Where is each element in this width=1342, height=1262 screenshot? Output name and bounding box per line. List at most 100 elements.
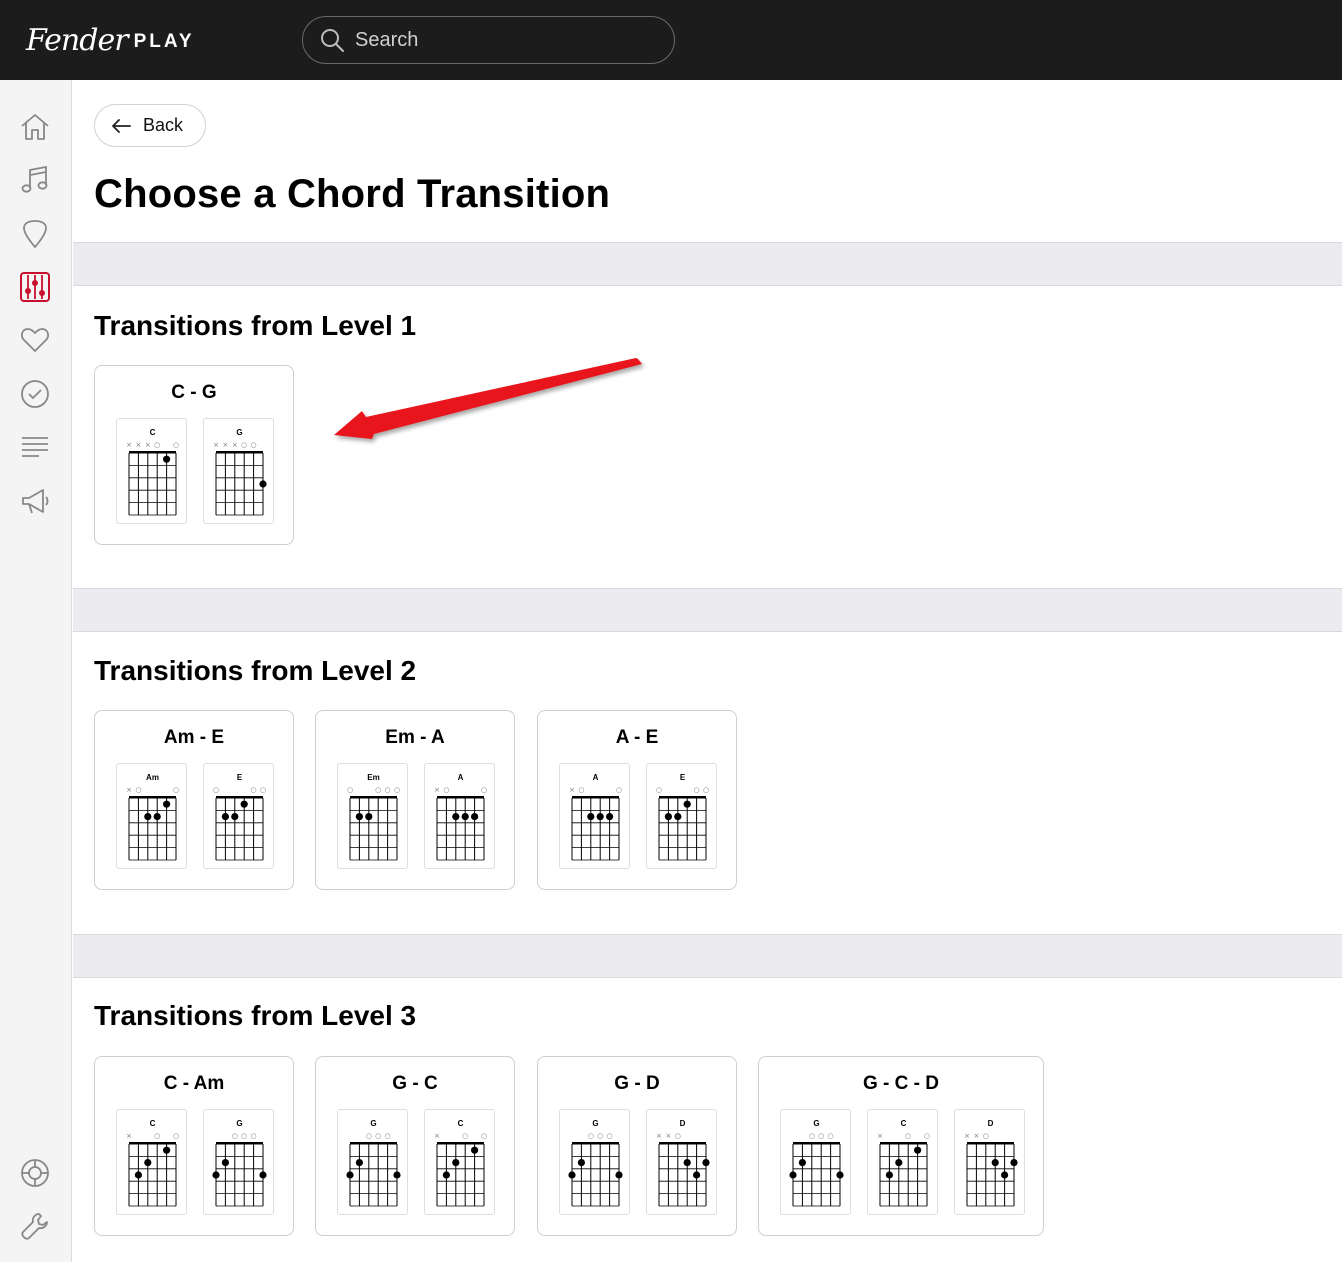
search-input[interactable] bbox=[355, 28, 635, 52]
open-string-mark: ○ bbox=[260, 786, 266, 794]
open-string-mark: ○ bbox=[462, 1132, 468, 1140]
chord-diagram-name: Em bbox=[367, 773, 379, 782]
muted-string-mark: × bbox=[656, 1132, 662, 1140]
open-string-mark: ○ bbox=[808, 1132, 814, 1140]
list-icon bbox=[22, 437, 48, 457]
open-string-mark: ○ bbox=[481, 786, 487, 794]
chord-transition-card[interactable]: Em - A Em ○ ○ ○ ○ A × ○ ○ bbox=[315, 710, 515, 890]
open-string-mark: ○ bbox=[154, 1132, 160, 1140]
finger-dot bbox=[259, 480, 267, 488]
chord-tools-icon bbox=[20, 272, 50, 302]
finger-dot bbox=[606, 813, 614, 821]
fender-play-logo[interactable]: Fender PLAY bbox=[26, 20, 195, 60]
sidebar-item-announcements[interactable] bbox=[18, 484, 52, 518]
back-button[interactable]: Back bbox=[94, 104, 206, 147]
chord-diagram-svg: C × ○ ○ bbox=[126, 1119, 179, 1207]
chord-transition-card[interactable]: G - C - D G ○ ○ ○ C × ○ ○ D × × ○ bbox=[758, 1056, 1044, 1236]
chord-diagram-name: E bbox=[237, 773, 243, 782]
chord-nut bbox=[437, 796, 484, 799]
open-string-mark: ○ bbox=[213, 786, 219, 794]
chord-nut bbox=[129, 451, 176, 454]
chord-diagram-name: C bbox=[150, 1119, 156, 1128]
chord-diagram: G × × × ○ ○ bbox=[203, 418, 274, 524]
open-string-mark: ○ bbox=[375, 786, 381, 794]
chord-diagram-svg: E○ ○ ○ bbox=[213, 773, 266, 861]
muted-string-mark: × bbox=[877, 1132, 883, 1140]
chord-diagram: C × ○ ○ bbox=[424, 1109, 495, 1215]
sidebar-item-favorites[interactable] bbox=[18, 323, 52, 357]
check-circle-icon bbox=[21, 380, 49, 408]
open-string-mark: ○ bbox=[154, 441, 160, 449]
chord-diagram-name: A bbox=[458, 773, 464, 782]
chord-diagram: D × × ○ bbox=[953, 1109, 1025, 1215]
finger-dot bbox=[798, 1159, 806, 1167]
open-string-mark: ○ bbox=[385, 1132, 391, 1140]
open-string-mark: ○ bbox=[588, 1132, 594, 1140]
finger-dot bbox=[442, 1171, 450, 1179]
open-string-mark: ○ bbox=[675, 1132, 681, 1140]
sidebar-item-home[interactable] bbox=[18, 110, 52, 144]
finger-dot bbox=[221, 1159, 229, 1167]
muted-string-mark: × bbox=[126, 786, 132, 794]
open-string-mark: ○ bbox=[597, 1132, 603, 1140]
logo-play-text: PLAY bbox=[133, 31, 195, 52]
chord-diagram-svg: A× ○ ○ bbox=[569, 773, 622, 861]
finger-dot bbox=[788, 1171, 797, 1179]
logo-script-text: Fender bbox=[26, 22, 129, 58]
chord-diagram: E ○ ○ ○ bbox=[203, 763, 274, 869]
sidebar-item-settings[interactable] bbox=[18, 1209, 52, 1243]
finger-dot bbox=[471, 1146, 479, 1154]
chord-transition-card[interactable]: G - D G ○ ○ ○ D × × ○ bbox=[537, 1056, 737, 1236]
finger-dot bbox=[596, 813, 604, 821]
chord-transition-card[interactable]: Am - E Am × ○ ○ E ○ ○ ○ bbox=[94, 710, 294, 890]
top-bar: Fender PLAY bbox=[0, 0, 1342, 80]
finger-dot bbox=[231, 813, 239, 821]
chord-diagram: Am × ○ ○ bbox=[116, 763, 187, 869]
open-string-mark: ○ bbox=[578, 786, 584, 794]
card-title: A - E bbox=[615, 727, 659, 748]
finger-dot bbox=[835, 1171, 844, 1179]
chord-diagram-svg: E○ ○ ○ bbox=[656, 773, 709, 861]
finger-dot bbox=[212, 1171, 220, 1179]
open-string-mark: ○ bbox=[827, 1132, 833, 1140]
finger-dot bbox=[664, 813, 672, 821]
section-title-level-2: Transitions from Level 2 bbox=[94, 655, 417, 686]
chord-transition-card[interactable]: C - G C × × × ○ ○ G × × × ○ ○ bbox=[94, 365, 294, 545]
finger-dot bbox=[683, 800, 691, 808]
search-box[interactable] bbox=[302, 16, 675, 64]
chord-nut bbox=[572, 796, 619, 799]
finger-dot bbox=[577, 1159, 585, 1167]
chord-diagram-name: A bbox=[593, 773, 599, 782]
sidebar-item-songs[interactable] bbox=[18, 163, 52, 197]
chord-transition-card[interactable]: A - E A × ○ ○ E ○ ○ ○ bbox=[537, 710, 737, 890]
chord-transition-card[interactable]: G - C G ○ ○ ○ C × ○ ○ bbox=[315, 1056, 515, 1236]
open-string-mark: ○ bbox=[366, 1132, 372, 1140]
sidebar-item-lists[interactable] bbox=[18, 430, 52, 464]
sidebar-item-paths[interactable] bbox=[18, 217, 52, 251]
chord-nut bbox=[659, 796, 706, 799]
chord-diagram-name: C bbox=[900, 1119, 906, 1128]
open-string-mark: ○ bbox=[481, 1132, 487, 1140]
card-title: G - D bbox=[614, 1073, 660, 1094]
open-string-mark: ○ bbox=[241, 1132, 247, 1140]
sidebar-item-help[interactable] bbox=[18, 1156, 52, 1190]
open-string-mark: ○ bbox=[251, 786, 257, 794]
chord-transition-card[interactable]: C - Am C × ○ ○ G ○ ○ ○ bbox=[94, 1056, 294, 1236]
muted-string-mark: × bbox=[222, 441, 228, 449]
open-string-mark: ○ bbox=[607, 1132, 613, 1140]
back-button-label: Back bbox=[143, 115, 184, 135]
finger-dot bbox=[452, 1159, 460, 1167]
card-title: C - Am bbox=[163, 1073, 225, 1094]
heart-icon bbox=[21, 328, 49, 352]
section-divider bbox=[73, 934, 1342, 978]
sidebar-item-tools[interactable] bbox=[18, 270, 52, 304]
finger-dot bbox=[346, 1171, 354, 1179]
sidebar-item-completed[interactable] bbox=[18, 377, 52, 411]
open-string-mark: ○ bbox=[232, 1132, 238, 1140]
chord-nut bbox=[350, 1142, 397, 1145]
open-string-mark: ○ bbox=[818, 1132, 824, 1140]
finger-dot bbox=[674, 813, 682, 821]
chord-diagram-name: G bbox=[236, 428, 242, 437]
muted-string-mark: × bbox=[569, 786, 575, 794]
chord-diagram: G ○ ○ ○ bbox=[337, 1109, 408, 1215]
